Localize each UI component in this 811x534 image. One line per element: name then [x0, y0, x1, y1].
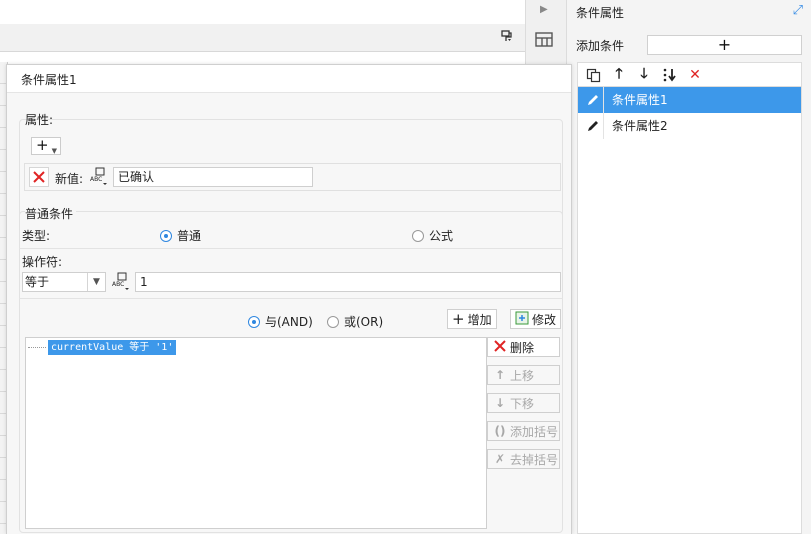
abc-type-icon[interactable]: ABC	[89, 167, 109, 187]
edit-pen-icon	[582, 87, 604, 113]
delete-icon[interactable]: ✕	[686, 66, 704, 84]
type-normal-radio[interactable]: 普通	[160, 227, 201, 244]
operator-divider	[19, 298, 563, 299]
bracket-icon: ()	[494, 424, 506, 438]
svg-text:ABC: ABC	[112, 281, 124, 288]
dialog-title: 条件属性1	[21, 73, 77, 87]
add-bracket-button[interactable]: () 添加括号	[487, 421, 560, 441]
radio-label: 与(AND)	[265, 315, 313, 329]
remove-attribute-icon[interactable]	[29, 167, 49, 187]
arrow-up-icon: ↑	[494, 368, 506, 382]
button-label: 删除	[510, 340, 535, 355]
button-label: 下移	[510, 396, 535, 411]
operand-input[interactable]: 1	[135, 272, 561, 292]
condition-expression-area[interactable]: currentValue 等于 '1'	[25, 337, 487, 529]
operator-select[interactable]: 等于 ▼	[22, 272, 106, 292]
type-divider	[19, 248, 563, 249]
new-value-label: 新值:	[55, 172, 84, 186]
condition-list: 条件属性1 条件属性2	[577, 86, 802, 534]
common-condition-label: 普通条件	[25, 205, 77, 222]
button-label: 去掉括号	[510, 452, 559, 467]
operator-label: 操作符:	[22, 255, 63, 269]
condition-list-toolbar: 🡑 🡓 ✕	[577, 62, 802, 86]
format-painter-icon[interactable]	[500, 29, 516, 45]
sheet-top-bar	[0, 0, 525, 24]
logic-and-radio[interactable]: 与(AND)	[248, 313, 313, 330]
add-condition-label: 添加条件	[576, 39, 625, 53]
expand-icon[interactable]: ⤢	[793, 3, 803, 18]
sheet-toolbar	[0, 24, 525, 52]
radio-label: 普通	[177, 229, 202, 243]
radio-circle	[327, 315, 339, 328]
add-condition-item-button[interactable]: + 增加	[447, 309, 497, 329]
arrow-down-icon: ↓	[494, 396, 506, 410]
radio-circle	[160, 229, 172, 242]
add-condition-button[interactable]: +	[647, 35, 802, 55]
button-label: 增加	[467, 312, 492, 327]
chevron-down-icon: ▼	[87, 273, 105, 291]
move-down-button[interactable]: ↓ 下移	[487, 393, 560, 413]
arrow-up-icon[interactable]: 🡑	[610, 66, 628, 84]
button-label: 修改	[532, 312, 557, 327]
condition-attribute-dialog: 条件属性1 属性: +▼ 新值: ABC 已确认 普通条件 类型: 普通 公式	[6, 64, 572, 534]
condition-tree-item[interactable]: currentValue 等于 '1'	[28, 340, 177, 355]
radio-circle	[412, 229, 424, 242]
radio-circle	[248, 315, 260, 328]
remove-bracket-icon: ✗	[494, 452, 506, 466]
list-item-label: 条件属性2	[612, 119, 668, 133]
button-label: 添加括号	[510, 424, 559, 439]
abc-type-icon[interactable]: ABC	[111, 272, 131, 292]
condition-expression: currentValue 等于 '1'	[48, 340, 177, 355]
panel-title: 条件属性	[576, 6, 625, 20]
modify-icon	[515, 311, 529, 328]
new-value-input[interactable]: 已确认	[113, 167, 313, 187]
operator-value: 等于	[25, 275, 50, 289]
plus-icon: +	[452, 310, 465, 328]
move-to-bottom-icon[interactable]	[661, 66, 679, 84]
attribute-section-label: 属性:	[25, 113, 54, 127]
condition-attribute-panel: 条件属性 ⤢ 添加条件 + 🡑 🡓 ✕ 条件属性1 条件属性2	[566, 0, 811, 534]
add-attribute-button[interactable]: + ▼	[31, 137, 61, 155]
button-label: 上移	[510, 368, 535, 383]
delete-condition-button[interactable]: 删除	[487, 337, 560, 357]
edit-pen-icon	[582, 113, 604, 139]
move-up-button[interactable]: ↑ 上移	[487, 365, 560, 385]
svg-text:ABC: ABC	[90, 176, 102, 183]
type-formula-radio[interactable]: 公式	[412, 227, 453, 244]
list-item-label: 条件属性1	[612, 93, 668, 107]
collapse-arrow-icon[interactable]: ▶	[540, 4, 548, 15]
arrow-down-icon[interactable]: 🡓	[635, 66, 653, 84]
new-value-row: 新值: ABC 已确认	[24, 163, 561, 191]
radio-label: 或(OR)	[344, 315, 384, 329]
cell-attribute-icon[interactable]	[534, 30, 556, 52]
delete-icon	[492, 339, 508, 355]
radio-label: 公式	[429, 229, 454, 243]
type-label: 类型:	[22, 229, 51, 243]
logic-or-radio[interactable]: 或(OR)	[327, 313, 383, 330]
remove-bracket-button[interactable]: ✗ 去掉括号	[487, 449, 560, 469]
list-item-condition-1[interactable]: 条件属性1	[578, 87, 801, 113]
modify-button[interactable]: 修改	[510, 309, 562, 329]
list-item-condition-2[interactable]: 条件属性2	[578, 113, 801, 139]
tree-connector	[28, 347, 46, 348]
copy-icon[interactable]	[584, 66, 602, 84]
dialog-body: 属性: + ▼ 新值: ABC 已确认 普通条件 类型: 普通 公式 操作符: 等	[7, 93, 571, 534]
